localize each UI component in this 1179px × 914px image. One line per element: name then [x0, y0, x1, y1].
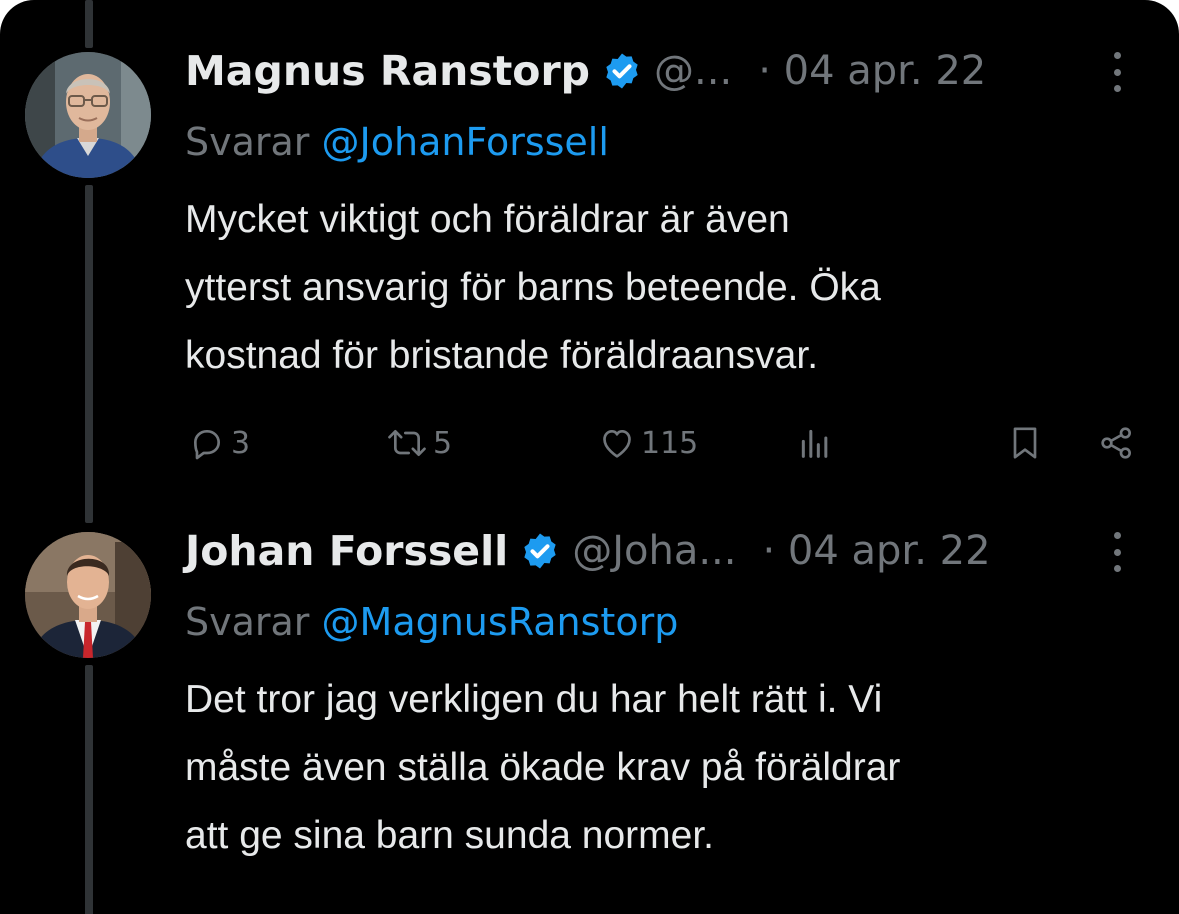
tweet-date[interactable]: · 04 apr. 22 [762, 528, 990, 574]
retweet-icon [385, 423, 429, 463]
retweet-button[interactable]: 5 [385, 418, 452, 468]
bookmark-button[interactable] [1005, 418, 1045, 468]
share-button[interactable] [1097, 418, 1137, 468]
tweet-actions: 3 5 115 [185, 418, 1145, 468]
views-icon [795, 423, 835, 463]
reply-icon [187, 423, 227, 463]
more-icon[interactable] [1107, 52, 1127, 92]
author-handle[interactable]: @... [654, 48, 732, 94]
like-button[interactable]: 115 [597, 418, 698, 468]
reply-context: Svarar @JohanForssell [185, 120, 609, 164]
reply-count: 3 [231, 425, 251, 461]
avatar-magnus-ranstorp[interactable] [25, 52, 151, 178]
reply-prefix: Svarar [185, 120, 310, 164]
reply-prefix: Svarar [185, 600, 310, 644]
tweet-magnus-ranstorp[interactable]: Magnus Ranstorp @... · 04 apr. 22 Svarar… [0, 0, 1179, 480]
tweet-header: Magnus Ranstorp @... · 04 apr. 22 [185, 46, 1149, 96]
avatar-johan-forssell[interactable] [25, 532, 151, 658]
retweet-count: 5 [433, 425, 453, 461]
like-icon [597, 423, 637, 463]
reply-context: Svarar @MagnusRanstorp [185, 600, 678, 644]
tweet-date[interactable]: · 04 apr. 22 [758, 48, 986, 94]
verified-badge-icon [602, 51, 642, 91]
reply-mention-link[interactable]: @JohanForssell [322, 120, 609, 164]
tweet-header: Johan Forssell @Joha... · 04 apr. 22 [185, 526, 1149, 576]
author-name[interactable]: Johan Forssell [185, 527, 508, 575]
tweet-text-line: Mycket viktigt och föräldrar är även [185, 198, 790, 241]
tweet-text-line: ytterst ansvarig för barns beteende. Öka [185, 266, 881, 309]
author-handle[interactable]: @Joha... [572, 528, 736, 574]
reply-mention-link[interactable]: @MagnusRanstorp [322, 600, 679, 644]
bookmark-icon [1005, 423, 1045, 463]
tweet-text-line: Det tror jag verkligen du har helt rätt … [185, 678, 883, 721]
tweet-text-line: att ge sina barn sunda normer. [185, 814, 714, 857]
tweet-text: Mycket viktigt och föräldrar är även ytt… [185, 186, 1165, 390]
views-button[interactable] [795, 418, 835, 468]
like-count: 115 [641, 425, 699, 461]
author-name[interactable]: Magnus Ranstorp [185, 47, 590, 95]
tweet-johan-forssell[interactable]: Johan Forssell @Joha... · 04 apr. 22 Sva… [0, 480, 1179, 914]
verified-badge-icon [520, 531, 560, 571]
tweet-text: Det tror jag verkligen du har helt rätt … [185, 666, 1165, 870]
share-icon [1097, 423, 1137, 463]
tweet-text-line: måste även ställa ökade krav på föräldra… [185, 746, 901, 789]
app-screen: Magnus Ranstorp @... · 04 apr. 22 Svarar… [0, 0, 1179, 914]
tweet-text-line: kostnad för bristande föräldraansvar. [185, 334, 819, 377]
reply-button[interactable]: 3 [187, 418, 250, 468]
more-icon[interactable] [1107, 532, 1127, 572]
